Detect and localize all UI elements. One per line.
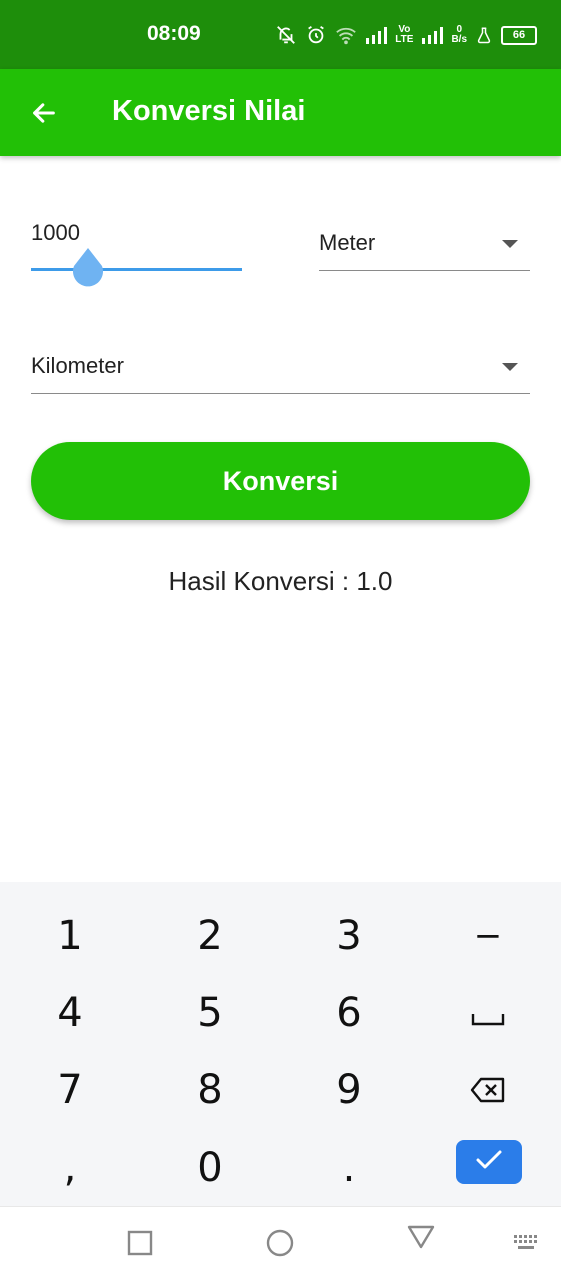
key-5[interactable]: 5 [140, 974, 280, 1051]
bell-off-icon [275, 24, 297, 46]
value-input[interactable]: 1000 [31, 220, 80, 246]
key-space[interactable] [418, 974, 558, 1051]
recent-apps-button[interactable] [120, 1225, 160, 1265]
page-title: Konversi Nilai [112, 95, 306, 127]
key-6[interactable]: 6 [279, 974, 419, 1051]
status-time: 08:09 [147, 22, 201, 45]
key-3[interactable]: 3 [279, 897, 419, 974]
network-speed: 0 B/s [451, 24, 467, 45]
chevron-down-icon [502, 240, 518, 248]
keyboard-icon [513, 1234, 539, 1257]
key-9[interactable]: 9 [279, 1051, 419, 1128]
text-cursor-handle[interactable] [71, 246, 105, 288]
from-unit-dropdown[interactable]: Meter [319, 220, 530, 271]
numeric-keyboard: 1 2 3 − 4 5 6 7 8 9 , 0 . [0, 882, 561, 1206]
battery-icon: 66 [501, 25, 537, 45]
signal-icon [365, 26, 388, 44]
key-minus[interactable]: − [418, 897, 558, 974]
key-comma[interactable]: , [0, 1129, 140, 1206]
back-nav-button[interactable] [401, 1219, 441, 1259]
from-unit-label: Meter [319, 230, 376, 255]
key-0[interactable]: 0 [140, 1129, 280, 1206]
space-icon [471, 990, 505, 1036]
status-bar: 08:09 Vo LTE 0 B/s 66 [0, 0, 561, 69]
triangle-back-icon [407, 1224, 435, 1255]
check-icon [475, 1149, 503, 1176]
network-type: Vo LTE [395, 24, 414, 45]
circle-icon [265, 1228, 295, 1263]
flask-icon [475, 25, 493, 45]
result-text: Hasil Konversi : 1.0 [168, 566, 393, 596]
key-8[interactable]: 8 [140, 1051, 280, 1128]
alarm-icon [305, 24, 327, 46]
signal-icon-2 [421, 26, 444, 44]
input-underline-slider[interactable] [31, 268, 242, 271]
screen: 08:09 Vo LTE 0 B/s 66 Konversi Nilai 100… [0, 0, 561, 1280]
wifi-icon [335, 25, 357, 45]
arrow-left-icon[interactable] [24, 93, 64, 133]
key-2[interactable]: 2 [140, 897, 280, 974]
backspace-icon [470, 1067, 506, 1113]
key-backspace[interactable] [418, 1051, 558, 1128]
key-7[interactable]: 7 [0, 1051, 140, 1128]
keyboard-switch-button[interactable] [506, 1225, 546, 1265]
convert-button[interactable]: Konversi [31, 442, 530, 520]
to-unit-dropdown[interactable]: Kilometer [31, 343, 530, 394]
status-icons: Vo LTE 0 B/s 66 [275, 18, 537, 52]
key-1[interactable]: 1 [0, 897, 140, 974]
square-icon [127, 1230, 153, 1261]
key-4[interactable]: 4 [0, 974, 140, 1051]
key-period[interactable]: . [279, 1129, 419, 1206]
chevron-down-icon [502, 363, 518, 371]
home-button[interactable] [260, 1225, 300, 1265]
done-key[interactable] [456, 1140, 522, 1184]
app-bar: Konversi Nilai [0, 69, 561, 156]
to-unit-label: Kilometer [31, 353, 124, 378]
navigation-bar [0, 1206, 561, 1280]
